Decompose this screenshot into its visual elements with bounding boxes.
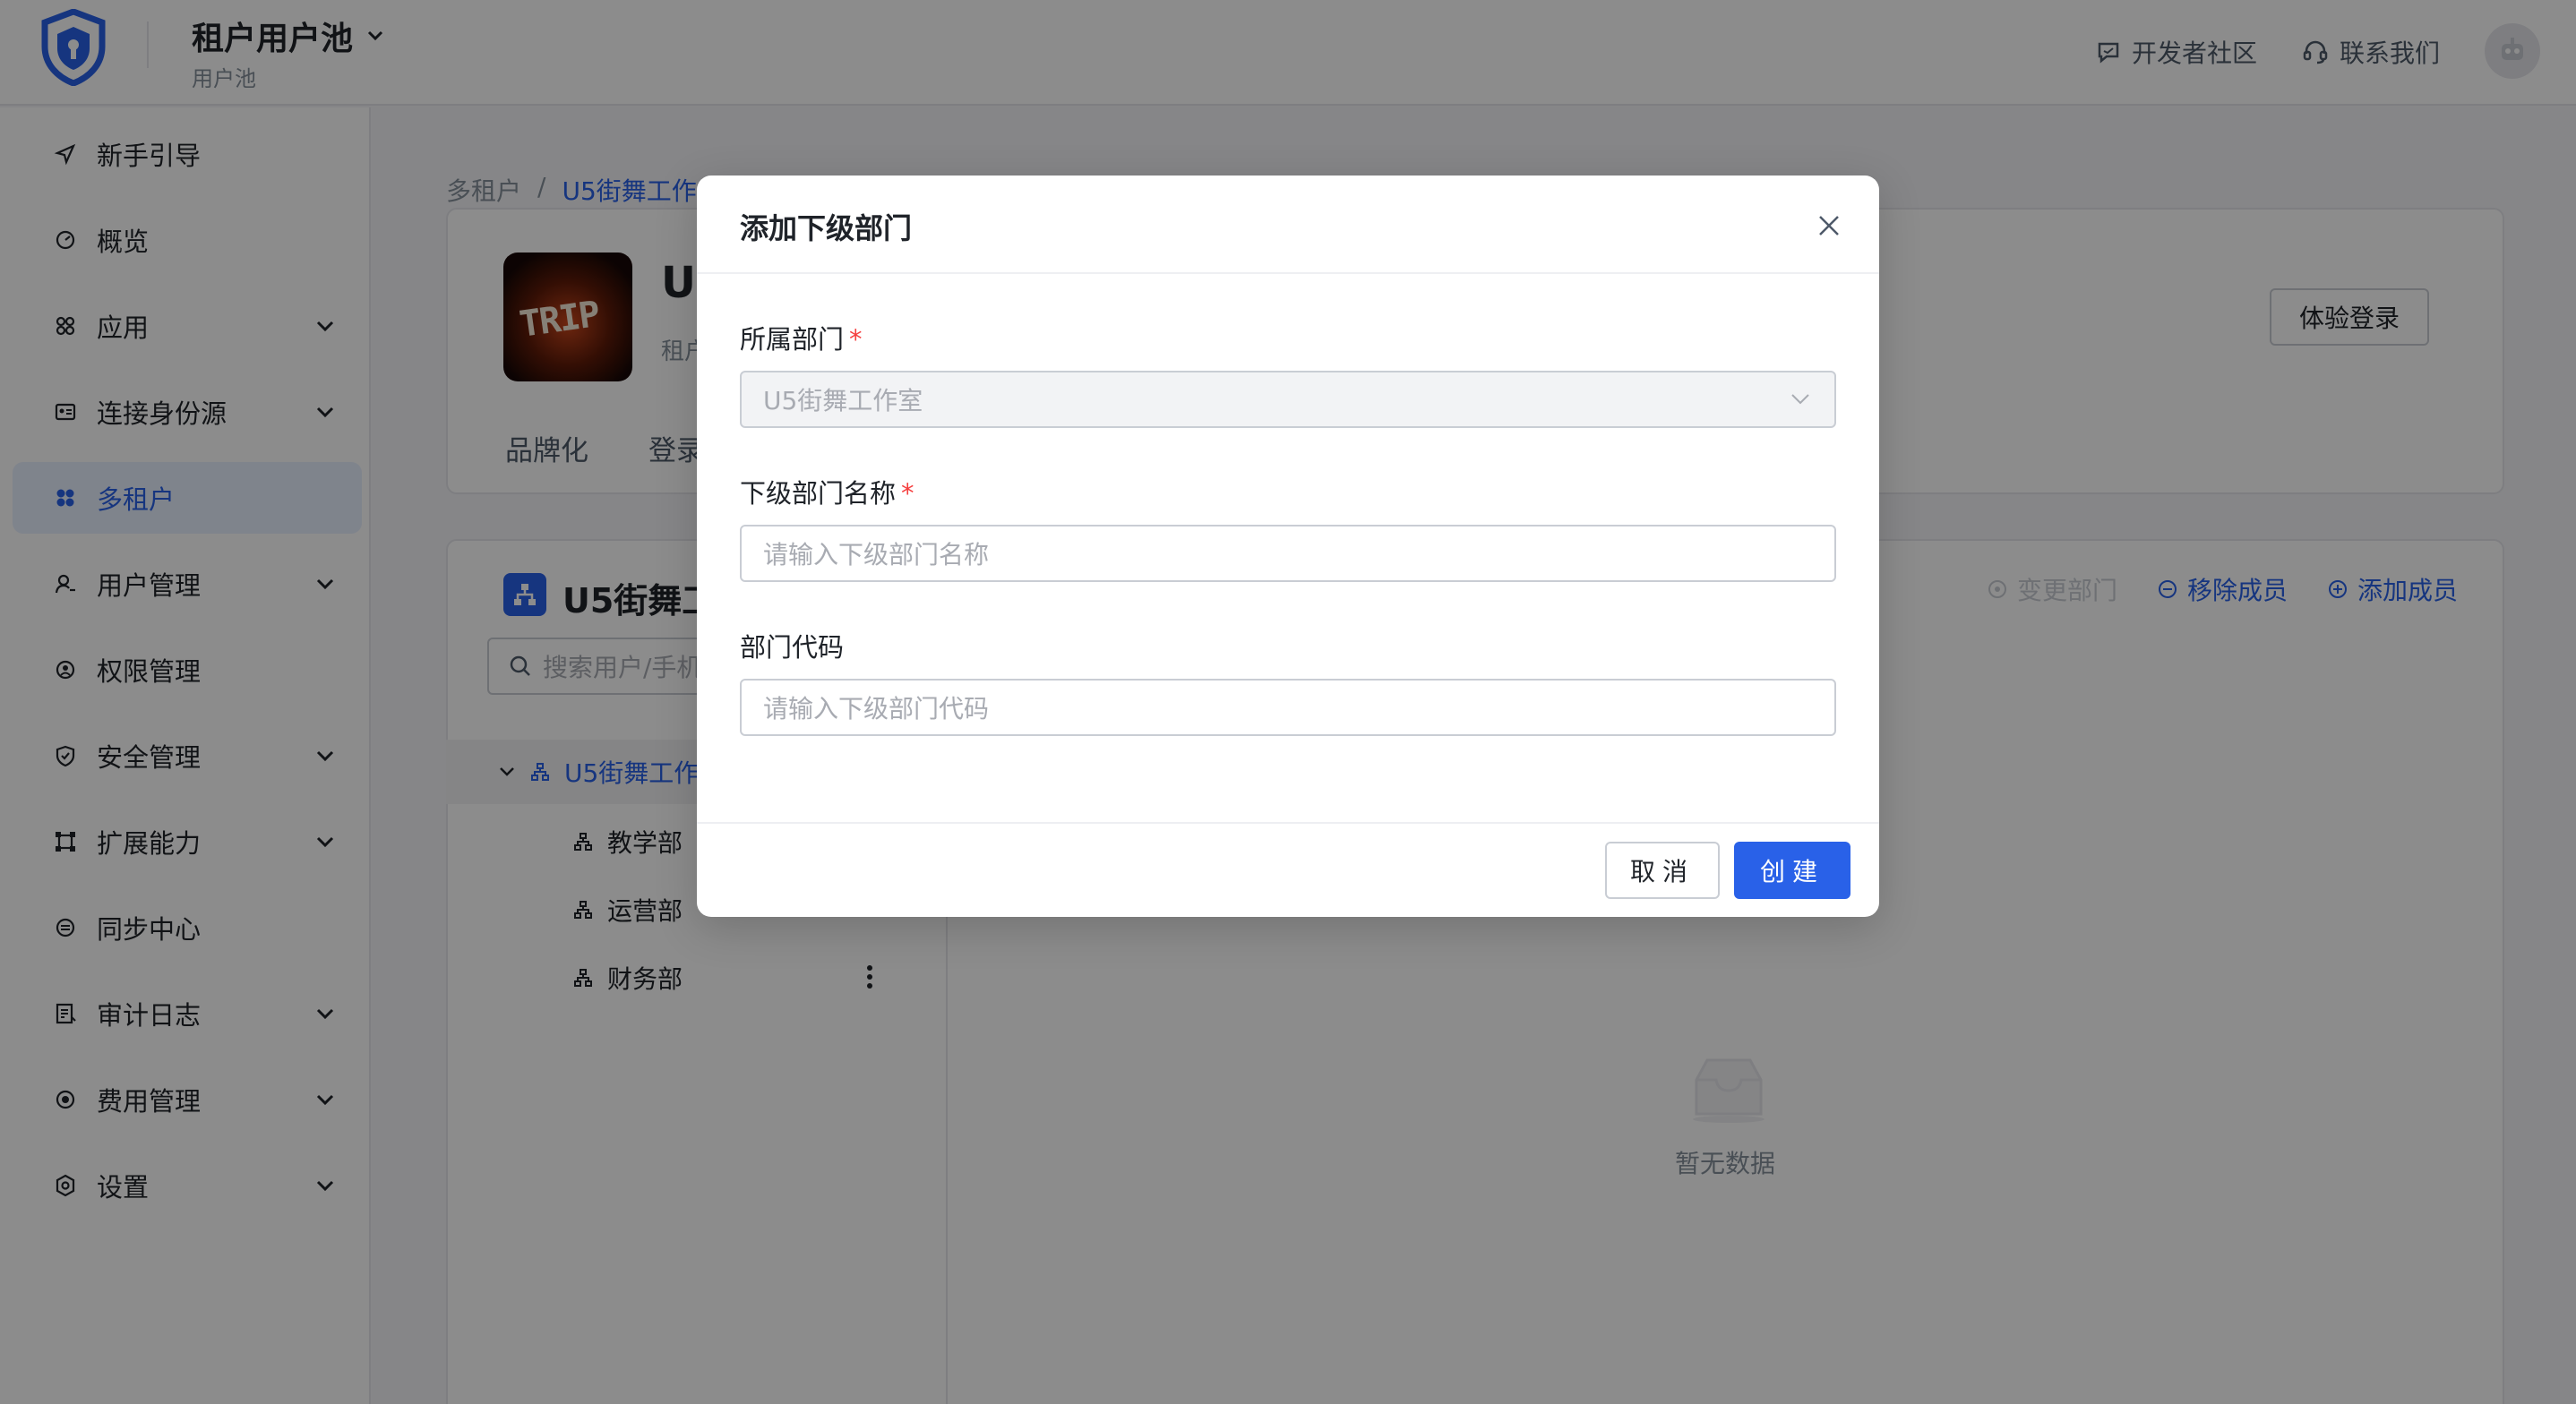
dept-code-input[interactable]: 请输入下级部门代码 (740, 679, 1836, 736)
dept-code-label: 部门代码 (740, 632, 845, 663)
parent-dept-label: 所属部门 * (740, 319, 863, 356)
dept-code-placeholder: 请输入下级部门代码 (763, 694, 990, 723)
parent-dept-value: U5街舞工作室 (763, 386, 923, 415)
parent-dept-label-text: 所属部门 (740, 324, 845, 355)
sub-dept-name-placeholder: 请输入下级部门名称 (763, 540, 990, 569)
sub-dept-name-label: 下级部门名称 * (740, 473, 914, 510)
close-icon[interactable] (1815, 211, 1843, 240)
modal-footer-divider (697, 822, 1879, 824)
sub-dept-name-label-text: 下级部门名称 (740, 478, 897, 509)
add-sub-dept-modal: 添加下级部门 所属部门 * U5街舞工作室 下级部门名称 * 请输入下级部门名称 部… (697, 176, 1879, 917)
modal-title: 添加下级部门 (740, 211, 913, 245)
required-mark: * (849, 324, 863, 355)
required-mark: * (901, 478, 914, 509)
cancel-button[interactable]: 取消 (1605, 842, 1720, 899)
create-button[interactable]: 创建 (1734, 842, 1850, 899)
parent-dept-select: U5街舞工作室 (740, 371, 1836, 428)
modal-header-divider (697, 272, 1879, 274)
sub-dept-name-input[interactable]: 请输入下级部门名称 (740, 525, 1836, 582)
chevron-down-icon (1790, 392, 1811, 407)
